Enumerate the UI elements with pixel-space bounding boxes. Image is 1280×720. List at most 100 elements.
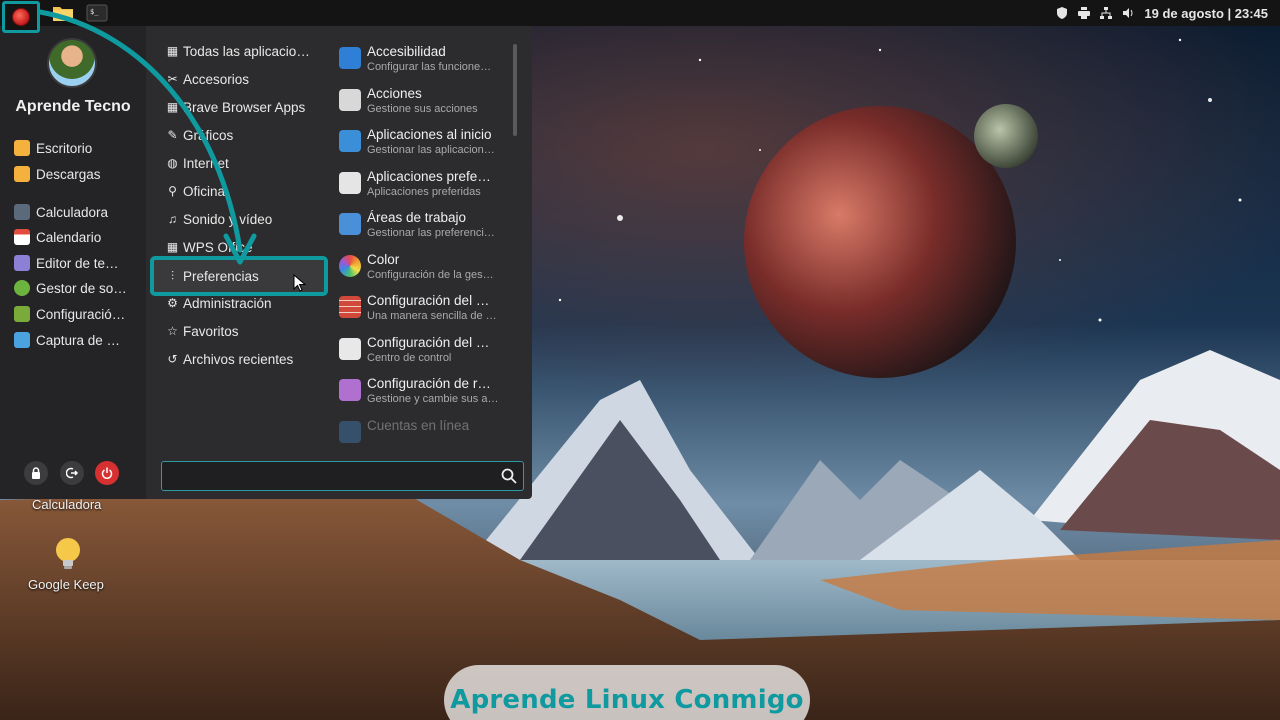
- app-item-configuracion-de-red[interactable]: Configuración de r… Gestione y cambie su…: [338, 376, 506, 414]
- app-description: Gestione sus acciones: [367, 103, 478, 115]
- sidebar-item-calendario[interactable]: Calendario: [14, 226, 142, 248]
- text-editor-icon: [14, 255, 30, 271]
- top-panel: $_ 19 de agosto | 23:45: [0, 0, 1280, 33]
- category-wps-office[interactable]: ▦ WPS Office: [166, 236, 316, 258]
- category-brave-browser-apps[interactable]: ▦ Brave Browser Apps: [166, 96, 316, 118]
- category-label: Archivos recientes: [183, 351, 294, 367]
- power-icon: [101, 467, 113, 479]
- search-input[interactable]: [168, 466, 488, 486]
- application-menu: Aprende Tecno Escritorio Descargas Calcu…: [0, 26, 532, 499]
- app-name: Áreas de trabajo: [367, 210, 467, 225]
- category-internet[interactable]: ◍ Internet: [166, 152, 316, 174]
- star-icon: ☆: [167, 324, 178, 338]
- app-menu-button[interactable]: [2, 1, 40, 33]
- network-icon[interactable]: [1100, 7, 1113, 19]
- logout-button[interactable]: [60, 461, 84, 485]
- app-item-configuracion-firewall[interactable]: Configuración del … Una manera sencilla …: [338, 293, 506, 331]
- app-description: Configurar las funcione…: [367, 61, 492, 73]
- lock-icon: [32, 467, 40, 479]
- paperclip-icon: ⚲: [168, 184, 177, 198]
- category-label: Todas las aplicacio…: [183, 43, 310, 59]
- shutdown-button[interactable]: [95, 461, 119, 485]
- sidebar-item-label: Calendario: [36, 229, 102, 245]
- app-name: Accesibilidad: [367, 44, 446, 59]
- app-item-aplicaciones-preferidas[interactable]: Aplicaciones prefe… Aplicaciones preferi…: [338, 169, 506, 207]
- volume-icon[interactable]: [1122, 7, 1134, 19]
- accessibility-icon: [339, 47, 361, 69]
- menu-sidebar: Aprende Tecno Escritorio Descargas Calcu…: [0, 26, 146, 499]
- sidebar-item-descargas[interactable]: Descargas: [14, 163, 142, 185]
- sidebar-item-label: Descargas: [36, 166, 101, 182]
- app-item-centro-de-control[interactable]: Configuración del … Centro de control: [338, 335, 506, 373]
- desktop-icon-google-keep-label[interactable]: Google Keep: [28, 577, 104, 592]
- grid-icon: ▦: [166, 44, 179, 58]
- sidebar-item-editor-de-texto[interactable]: Editor de te…: [14, 252, 142, 274]
- apps-scrollbar[interactable]: [513, 44, 517, 136]
- app-name: Configuración de r…: [367, 376, 491, 391]
- category-label: Internet: [183, 155, 229, 171]
- sliders-icon: ⫶: [170, 268, 174, 283]
- avatar[interactable]: [47, 38, 97, 88]
- category-administracion[interactable]: ⚙ Administración: [166, 292, 316, 314]
- calendar-icon: [14, 229, 30, 245]
- firewall-icon: [339, 296, 361, 318]
- app-name: Acciones: [367, 86, 422, 101]
- google-keep-icon[interactable]: [54, 537, 82, 571]
- category-label: Sonido y vídeo: [183, 211, 273, 227]
- category-oficina[interactable]: ⚲ Oficina: [166, 180, 316, 202]
- sidebar-item-label: Gestor de so…: [36, 280, 127, 296]
- app-description: Gestionar las aplicacion…: [367, 144, 495, 156]
- app-description: Aplicaciones preferidas: [367, 186, 481, 198]
- sidebar-item-label: Editor de te…: [36, 255, 119, 271]
- category-favoritos[interactable]: ☆ Favoritos: [166, 320, 316, 342]
- watermark-text: Aprende Linux Conmigo: [450, 685, 804, 715]
- sidebar-item-gestor-de-software[interactable]: Gestor de so…: [14, 277, 142, 299]
- settings-icon: [14, 306, 30, 322]
- sidebar-item-configuracion[interactable]: Configuració…: [14, 303, 142, 325]
- app-item-color[interactable]: Color Configuración de la ges…: [338, 252, 506, 290]
- app-name: Aplicaciones prefe…: [367, 169, 491, 184]
- online-accounts-icon: [339, 421, 361, 443]
- sidebar-item-captura[interactable]: Captura de …: [14, 329, 142, 351]
- software-manager-icon: [14, 280, 30, 296]
- category-graficos[interactable]: ✎ Gráficos: [166, 124, 316, 146]
- file-manager-launcher[interactable]: [50, 1, 76, 25]
- app-item-accesibilidad[interactable]: Accesibilidad Configurar las funcione…: [338, 44, 506, 82]
- category-label: Preferencias: [183, 268, 259, 284]
- category-sonido-y-video[interactable]: ♫ Sonido y vídeo: [166, 208, 316, 230]
- category-label: WPS Office: [183, 239, 253, 255]
- lock-button[interactable]: [24, 461, 48, 485]
- terminal-launcher[interactable]: $_: [84, 1, 110, 25]
- startup-apps-icon: [339, 130, 361, 152]
- shield-icon[interactable]: [1056, 7, 1068, 19]
- sidebar-item-label: Escritorio: [36, 140, 93, 156]
- category-accesorios[interactable]: ✂ Accesorios: [166, 68, 316, 90]
- app-name: Cuentas en línea: [367, 418, 470, 433]
- clock[interactable]: 19 de agosto | 23:45: [1144, 6, 1268, 21]
- scissors-icon: ✂: [167, 72, 178, 86]
- app-item-cuentas-en-linea[interactable]: Cuentas en línea: [338, 418, 506, 456]
- category-label: Administración: [183, 295, 272, 311]
- mouse-pointer-icon: [293, 274, 307, 292]
- sidebar-item-escritorio[interactable]: Escritorio: [14, 137, 142, 159]
- search-box[interactable]: [161, 461, 524, 491]
- app-item-aplicaciones-al-inicio[interactable]: Aplicaciones al inicio Gestionar las apl…: [338, 127, 506, 165]
- graphics-icon: ✎: [167, 128, 178, 142]
- desktop-icon-calculadora-label[interactable]: Calculadora: [32, 497, 101, 512]
- user-name: Aprende Tecno: [15, 98, 131, 115]
- gear-icon: ⚙: [167, 296, 178, 310]
- category-todas[interactable]: ▦ Todas las aplicacio…: [166, 40, 316, 62]
- folder-icon: [53, 7, 73, 21]
- app-description: Gestione y cambie sus a…: [367, 393, 499, 405]
- category-archivos-recientes[interactable]: ↺ Archivos recientes: [166, 348, 316, 370]
- color-icon: [339, 255, 361, 277]
- category-label: Gráficos: [183, 127, 234, 143]
- sidebar-item-label: Captura de …: [36, 332, 121, 348]
- sidebar-item-calculadora[interactable]: Calculadora: [14, 201, 142, 223]
- printer-icon[interactable]: [1078, 7, 1091, 19]
- app-item-acciones[interactable]: Acciones Gestione sus acciones: [338, 86, 506, 124]
- app-name: Configuración del …: [367, 335, 490, 350]
- app-item-areas-de-trabajo[interactable]: Áreas de trabajo Gestionar las preferenc…: [338, 210, 506, 248]
- logout-icon: [66, 467, 78, 479]
- search-icon[interactable]: [501, 468, 517, 484]
